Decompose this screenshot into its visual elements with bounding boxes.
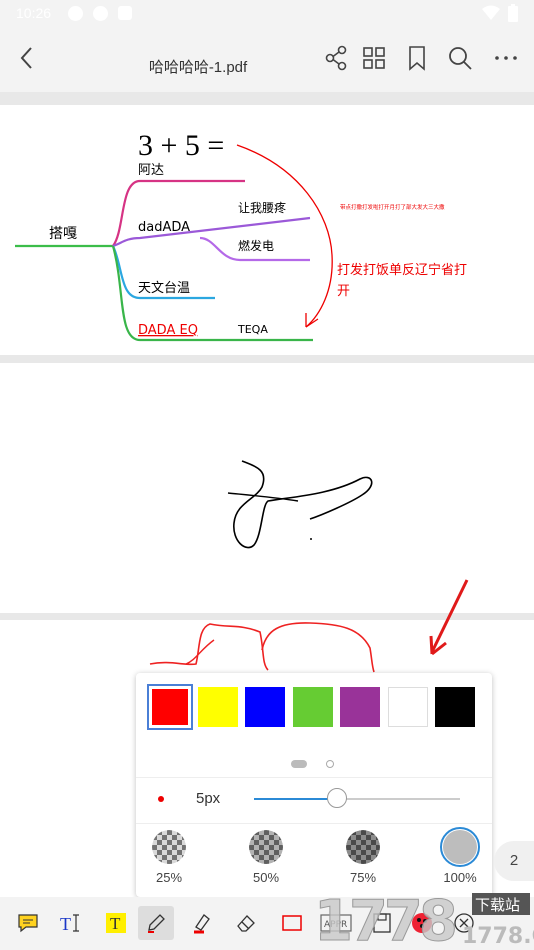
pen-properties-panel: 5px 25% 50% 75% 100% <box>136 673 492 897</box>
size-label: 5px <box>196 790 221 807</box>
opacity-option[interactable]: 100% <box>430 827 490 885</box>
watermark-url: 1778.COM <box>462 924 534 949</box>
opacity-label: 50% <box>252 870 280 885</box>
size-slider[interactable] <box>254 788 460 808</box>
size-row: 5px <box>136 777 492 822</box>
eraser-tool[interactable] <box>228 906 264 940</box>
text-box-tool[interactable]: T <box>54 906 90 940</box>
opacity-option[interactable]: 50% <box>236 830 296 885</box>
opacity-swatch-icon <box>152 830 186 864</box>
color-swatch[interactable] <box>387 687 428 727</box>
svg-text:T: T <box>110 914 121 933</box>
eraser-icon <box>237 915 255 932</box>
color-swatch[interactable] <box>340 687 380 727</box>
opacity-label: 100% <box>443 870 477 885</box>
highlight-text-icon: T <box>106 913 126 933</box>
page-indicator <box>291 753 335 772</box>
rectangle-icon <box>282 915 302 931</box>
color-swatch[interactable] <box>435 687 475 727</box>
opacity-swatch-icon <box>346 830 380 864</box>
slider-thumb[interactable] <box>327 788 348 808</box>
opacity-swatch-icon <box>249 830 283 864</box>
color-swatch[interactable] <box>245 687 285 727</box>
page-number[interactable]: 2 <box>494 841 534 881</box>
pencil-icon <box>148 914 165 933</box>
opacity-option[interactable]: 25% <box>139 830 199 885</box>
pencil-tool[interactable] <box>138 906 174 940</box>
opacity-label: 75% <box>349 870 377 885</box>
note-tool[interactable] <box>10 906 46 940</box>
watermark-text: 下载站 <box>475 896 520 914</box>
highlighter-icon <box>194 914 210 934</box>
watermark-logo: 1778 下载站 1778.COM <box>314 889 534 950</box>
rectangle-tool[interactable] <box>274 906 310 940</box>
opacity-label: 25% <box>155 870 183 885</box>
highlighter-tool[interactable] <box>184 906 220 940</box>
color-swatch[interactable] <box>147 684 193 730</box>
text-box-icon: T <box>60 914 79 934</box>
color-swatch[interactable] <box>197 687 238 727</box>
size-dot-icon <box>158 796 164 802</box>
note-icon <box>18 914 38 933</box>
highlight-text-tool[interactable]: T <box>98 906 134 940</box>
opacity-swatch-icon <box>440 827 480 867</box>
svg-text:1778: 1778 <box>314 889 455 950</box>
opacity-option[interactable]: 75% <box>333 830 393 885</box>
color-swatch[interactable] <box>292 687 333 727</box>
svg-text:T: T <box>60 914 71 934</box>
